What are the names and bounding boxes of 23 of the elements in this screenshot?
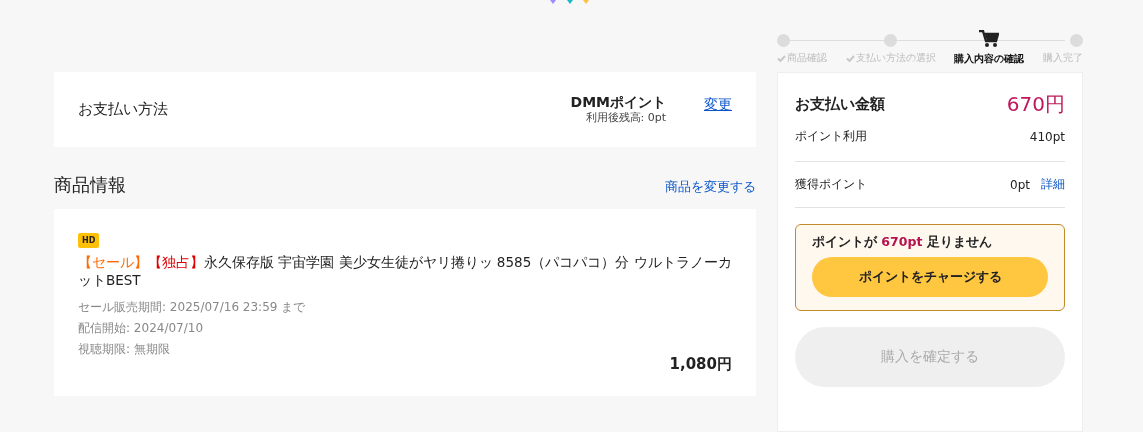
step-label: 購入内容の確認 <box>954 52 1025 66</box>
summary-label: 獲得ポイント <box>795 176 868 193</box>
hd-badge: HD <box>78 233 100 248</box>
summary-value: 0pt <box>1010 177 1030 192</box>
product-detail: 視聴期限: 無期限 <box>78 341 171 358</box>
remaining-balance: 利用後残高: 0pt <box>585 109 666 125</box>
product-detail: 配信開始: 2024/07/10 <box>78 320 205 337</box>
product-title: 【セール】【独占】永久保存版 宇宙学園 美少女生徒がヤリ捲りッ 8585（パコパコ）分 ウルトラノーカットBEST <box>78 253 732 289</box>
payment-method: DMMポイント <box>570 94 666 110</box>
details-link[interactable]: 詳細 <box>1041 176 1065 193</box>
summary-value: 410pt <box>1029 129 1065 144</box>
product-detail: セール販売期間: 2025/07/16 23:59 まで <box>78 299 307 316</box>
change-product-link[interactable]: 商品を変更する <box>665 178 756 196</box>
total-label: お支払い金額 <box>795 95 885 114</box>
shortage-message: ポイントが 670pt 足りません <box>812 234 993 251</box>
summary-label: ポイント利用 <box>795 128 868 145</box>
total-amount: 670円 <box>1006 91 1065 118</box>
section-title: お支払い方法 <box>78 100 169 119</box>
change-link[interactable]: 変更 <box>704 95 732 114</box>
charge-points-button[interactable]: ポイントをチャージする <box>812 257 1048 297</box>
section-title: 商品情報 <box>54 173 126 197</box>
product-price: 1,080円 <box>669 355 732 374</box>
logo-drawing <box>550 0 590 4</box>
